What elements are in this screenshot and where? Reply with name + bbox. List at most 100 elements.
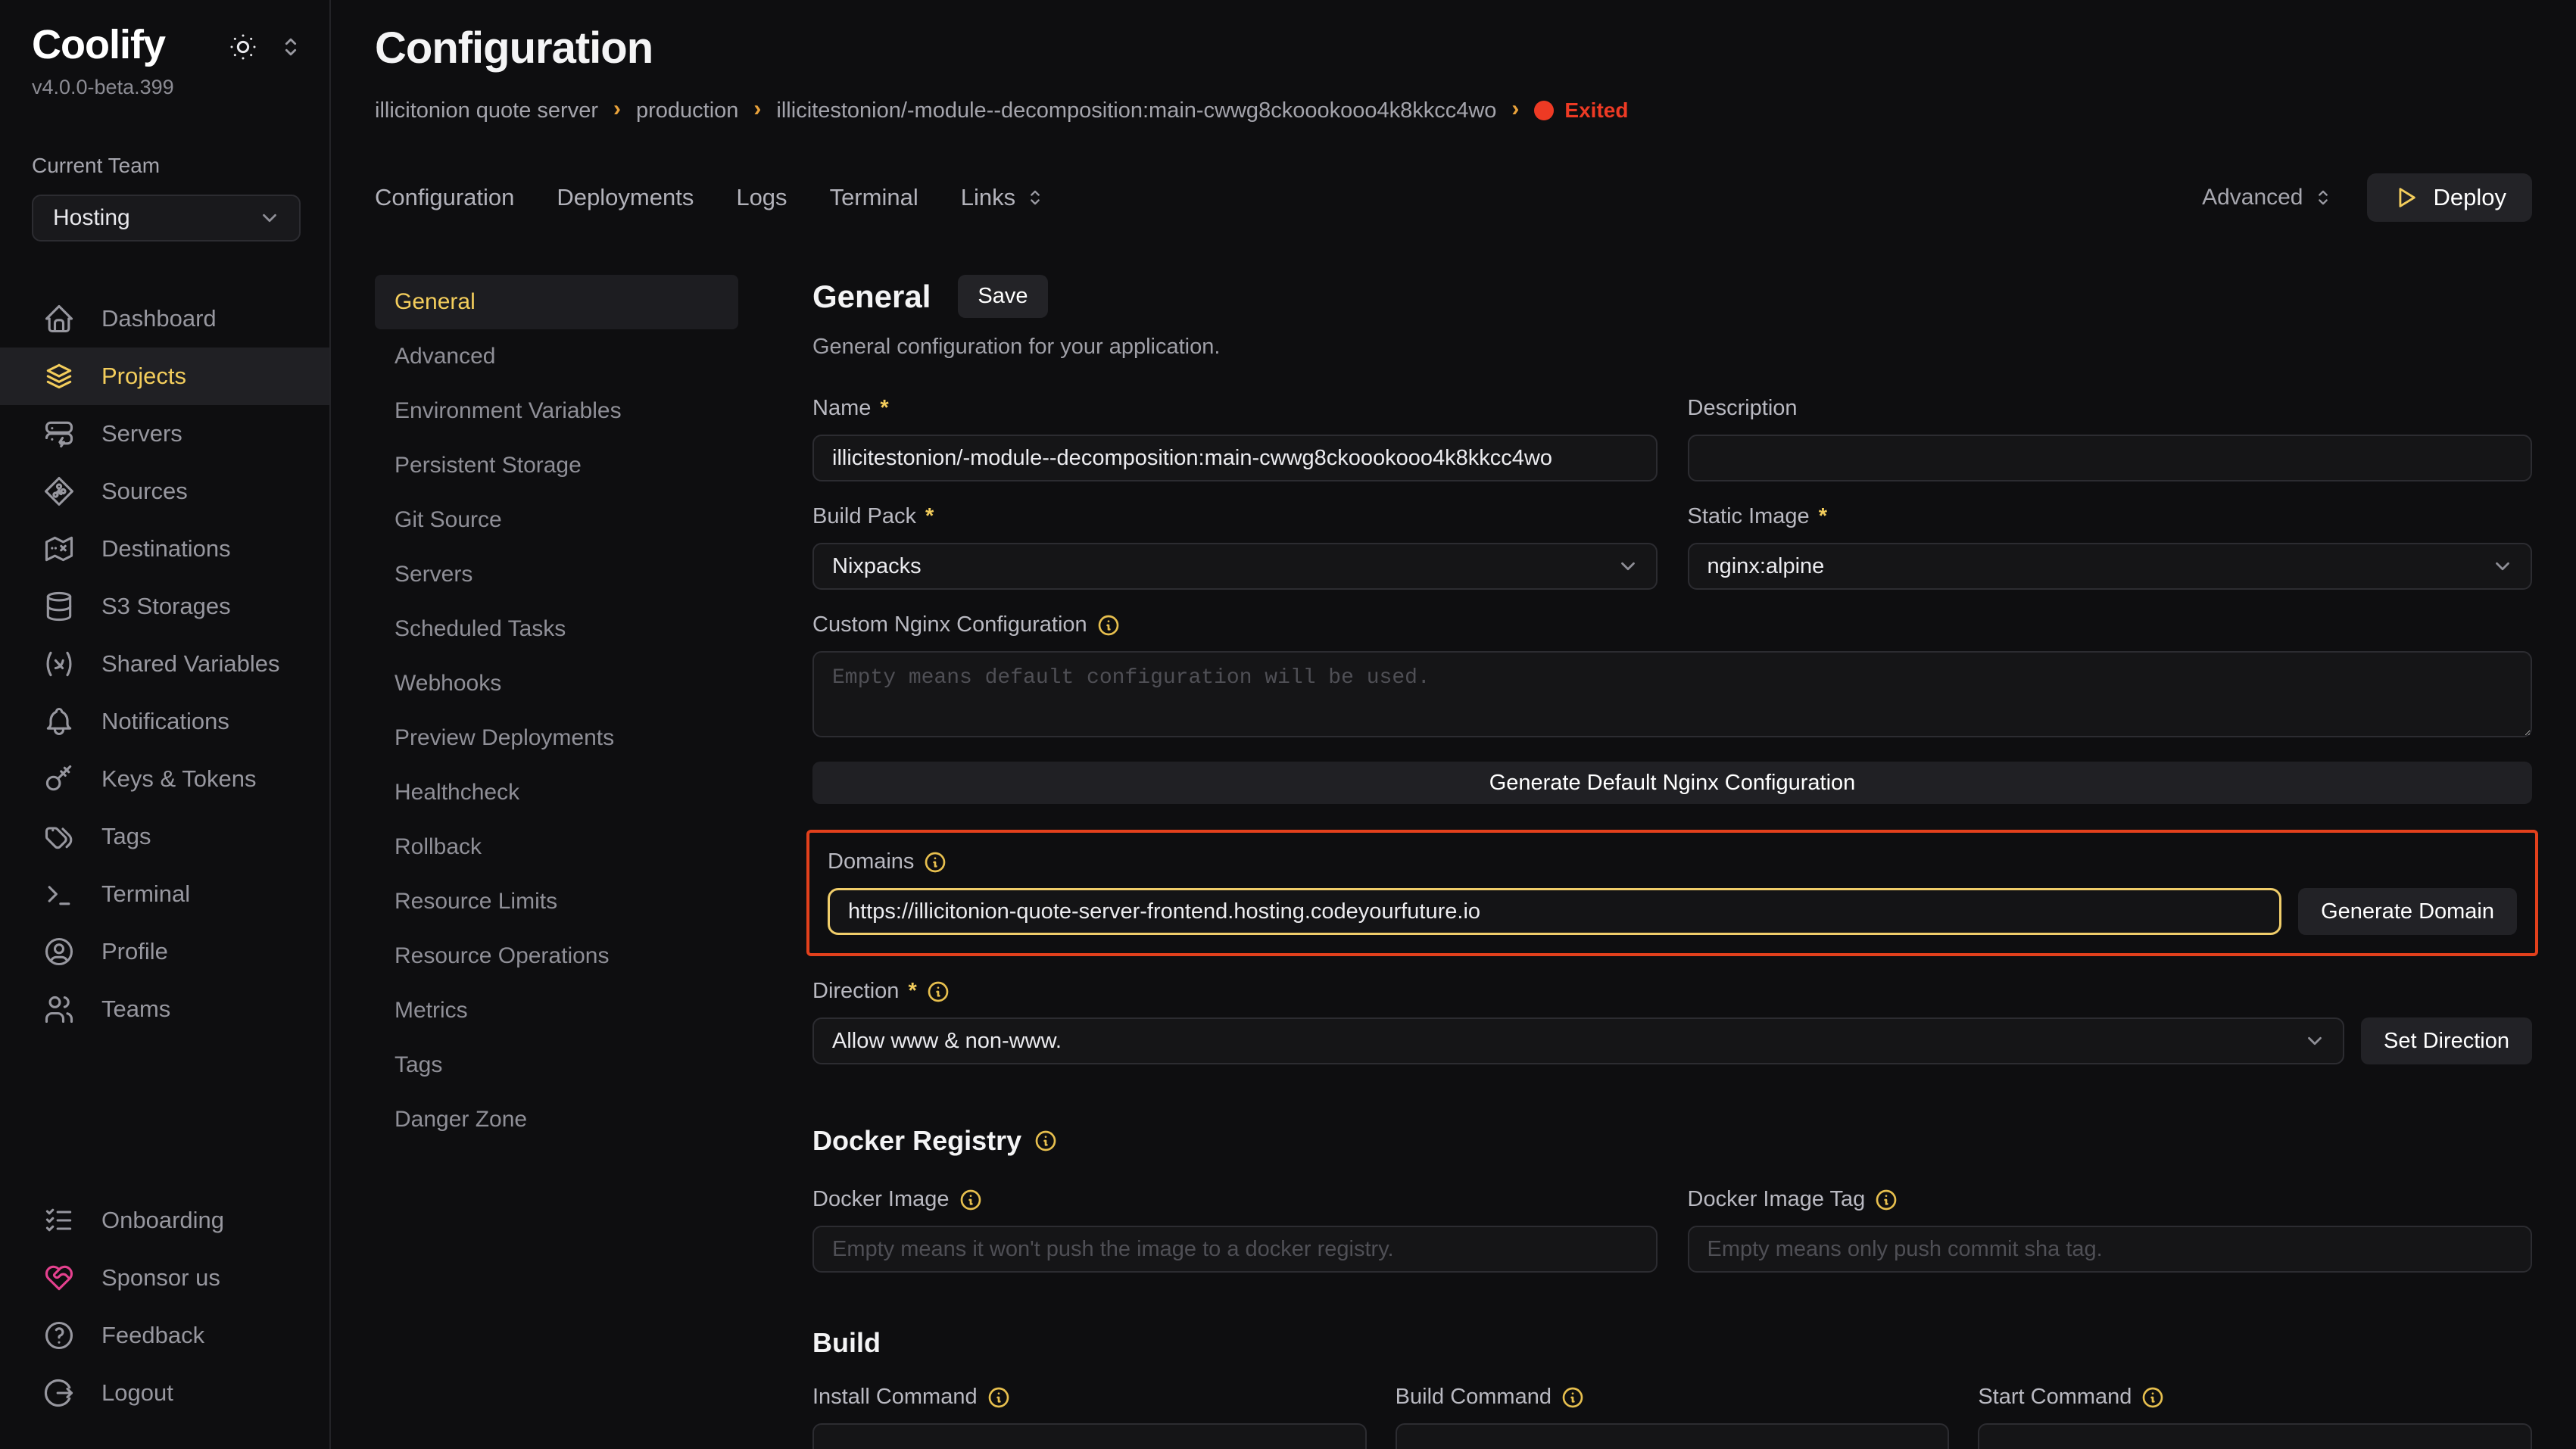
breadcrumb-resource[interactable]: illicitestonion/-module--decomposition:m… <box>776 98 1496 123</box>
tab-terminal[interactable]: Terminal <box>830 184 918 211</box>
sidebar-item-label: Teams <box>101 996 170 1023</box>
sidebar-item-label: Sponsor us <box>101 1264 220 1292</box>
info-icon[interactable] <box>959 1188 983 1212</box>
deploy-button[interactable]: Deploy <box>2367 173 2533 222</box>
custom-nginx-label: Custom Nginx Configuration <box>812 612 1087 637</box>
subnav-preview-deployments[interactable]: Preview Deployments <box>375 711 738 765</box>
build-pack-select[interactable]: Nixpacks <box>812 543 1658 590</box>
terminal-icon <box>42 877 76 911</box>
install-command-input[interactable] <box>812 1423 1367 1449</box>
docker-image-tag-input[interactable] <box>1688 1226 2533 1273</box>
name-label: Name <box>812 396 871 421</box>
subnav-danger-zone[interactable]: Danger Zone <box>375 1092 738 1147</box>
tab-logs[interactable]: Logs <box>736 184 787 211</box>
sidebar-item-notifications[interactable]: Notifications <box>0 693 329 750</box>
sidebar-item-sponsor-us[interactable]: Sponsor us <box>0 1249 329 1307</box>
info-icon[interactable] <box>1096 613 1121 637</box>
sidebar-item-terminal[interactable]: Terminal <box>0 865 329 923</box>
required-marker: * <box>1819 504 1827 529</box>
app-version: v4.0.0-beta.399 <box>32 76 174 99</box>
subnav-metrics[interactable]: Metrics <box>375 983 738 1038</box>
sidebar-item-onboarding[interactable]: Onboarding <box>0 1192 329 1249</box>
sidebar-item-label: Terminal <box>101 880 190 908</box>
info-icon[interactable] <box>926 980 950 1004</box>
advanced-label: Advanced <box>2202 185 2303 210</box>
save-button[interactable]: Save <box>958 275 1047 318</box>
build-command-input[interactable] <box>1396 1423 1950 1449</box>
sidebar-item-teams[interactable]: Teams <box>0 980 329 1038</box>
subnav-git-source[interactable]: Git Source <box>375 493 738 547</box>
version-selector-icon[interactable] <box>278 34 304 66</box>
sidebar-item-feedback[interactable]: Feedback <box>0 1307 329 1364</box>
subnav-scheduled-tasks[interactable]: Scheduled Tasks <box>375 602 738 656</box>
help-icon <box>42 1319 76 1352</box>
subnav-advanced[interactable]: Advanced <box>375 329 738 384</box>
chevron-down-icon <box>258 207 281 229</box>
sidebar-item-dashboard[interactable]: Dashboard <box>0 290 329 347</box>
sidebar-item-destinations[interactable]: Destinations <box>0 520 329 578</box>
info-icon[interactable] <box>1034 1129 1058 1153</box>
subnav-servers[interactable]: Servers <box>375 547 738 602</box>
info-icon[interactable] <box>2141 1385 2165 1410</box>
team-select[interactable]: Hosting <box>32 195 301 242</box>
users-icon <box>42 992 76 1026</box>
generate-nginx-config-button[interactable]: Generate Default Nginx Configuration <box>812 762 2532 804</box>
subnav-healthcheck[interactable]: Healthcheck <box>375 765 738 820</box>
direction-select[interactable]: Allow www & non-www. <box>812 1017 2344 1064</box>
custom-nginx-textarea[interactable] <box>812 651 2532 737</box>
advanced-dropdown[interactable]: Advanced <box>2202 185 2333 210</box>
info-icon[interactable] <box>1874 1188 1898 1212</box>
sidebar-item-keys-tokens[interactable]: Keys & Tokens <box>0 750 329 808</box>
description-input[interactable] <box>1688 435 2533 481</box>
info-icon[interactable] <box>987 1385 1011 1410</box>
sidebar-item-profile[interactable]: Profile <box>0 923 329 980</box>
current-team-label: Current Team <box>32 154 329 178</box>
subnav-tags[interactable]: Tags <box>375 1038 738 1092</box>
tab-links-label: Links <box>961 184 1015 211</box>
subnav-resource-operations[interactable]: Resource Operations <box>375 929 738 983</box>
breadcrumb-environment[interactable]: production <box>636 98 738 123</box>
subnav-webhooks[interactable]: Webhooks <box>375 656 738 711</box>
build-pack-value: Nixpacks <box>832 554 922 579</box>
domains-highlight-box: Domains Generate Domain <box>806 830 2538 956</box>
static-image-value: nginx:alpine <box>1707 554 1825 579</box>
sidebar-item-logout[interactable]: Logout <box>0 1364 329 1422</box>
set-direction-button[interactable]: Set Direction <box>2361 1017 2532 1064</box>
sidebar-item-shared-variables[interactable]: Shared Variables <box>0 635 329 693</box>
info-icon[interactable] <box>923 850 947 874</box>
info-icon[interactable] <box>1561 1385 1585 1410</box>
docker-registry-heading: Docker Registry <box>812 1125 1021 1157</box>
subnav-general[interactable]: General <box>375 275 738 329</box>
tab-links[interactable]: Links <box>961 184 1046 211</box>
breadcrumb-project[interactable]: illicitonion quote server <box>375 98 598 123</box>
generate-domain-button[interactable]: Generate Domain <box>2298 888 2517 935</box>
docker-image-input[interactable] <box>812 1226 1658 1273</box>
sidebar-item-label: Sources <box>101 478 188 505</box>
tab-configuration[interactable]: Configuration <box>375 184 514 211</box>
direction-value: Allow www & non-www. <box>832 1029 1062 1054</box>
subnav-environment-variables[interactable]: Environment Variables <box>375 384 738 438</box>
tabs-row: Configuration Deployments Logs Terminal … <box>375 173 2532 222</box>
key-icon <box>42 762 76 796</box>
subnav-persistent-storage[interactable]: Persistent Storage <box>375 438 738 493</box>
domains-input[interactable] <box>828 888 2281 935</box>
sidebar-item-servers[interactable]: Servers <box>0 405 329 463</box>
server-icon <box>42 417 76 450</box>
subnav-resource-limits[interactable]: Resource Limits <box>375 874 738 929</box>
static-image-select[interactable]: nginx:alpine <box>1688 543 2533 590</box>
required-marker: * <box>908 979 916 1004</box>
sidebar-item-label: Logout <box>101 1379 173 1407</box>
theme-toggle-sun-icon[interactable] <box>228 32 258 68</box>
start-command-input[interactable] <box>1978 1423 2532 1449</box>
sidebar-item-label: Onboarding <box>101 1207 224 1234</box>
tab-deployments[interactable]: Deployments <box>557 184 694 211</box>
subnav-rollback[interactable]: Rollback <box>375 820 738 874</box>
start-command-label: Start Command <box>1978 1385 2132 1410</box>
direction-label: Direction <box>812 979 899 1004</box>
sidebar-item-tags[interactable]: Tags <box>0 808 329 865</box>
sidebar-item-label: S3 Storages <box>101 593 231 620</box>
name-input[interactable] <box>812 435 1658 481</box>
sidebar-item-s3-storages[interactable]: S3 Storages <box>0 578 329 635</box>
sidebar-item-sources[interactable]: Sources <box>0 463 329 520</box>
sidebar-item-projects[interactable]: Projects <box>0 347 329 405</box>
